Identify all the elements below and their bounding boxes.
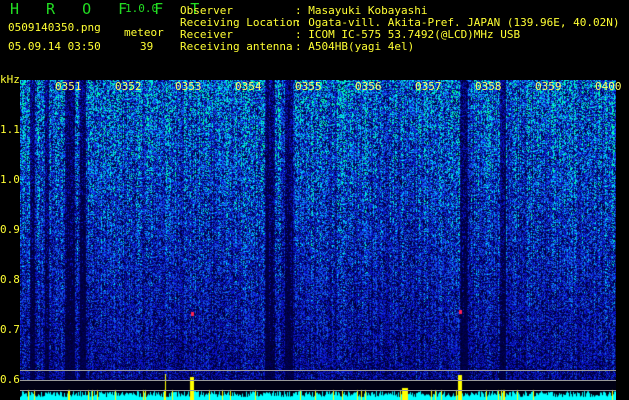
reference-line bbox=[20, 380, 616, 381]
time-tick-label: 0357 bbox=[415, 80, 442, 93]
time-tick-label: 0355 bbox=[295, 80, 322, 93]
hrofft-window: H R O F F T 1.0.0 0509140350.png 05.09.1… bbox=[0, 0, 629, 400]
time-tick-label: 0353 bbox=[175, 80, 202, 93]
time-tick-label: 0352 bbox=[115, 80, 142, 93]
time-tick-label: 0358 bbox=[475, 80, 502, 93]
y-tick-label: 1.0 bbox=[0, 173, 20, 186]
time-tick-label: 0359 bbox=[535, 80, 562, 93]
y-axis-unit: kHz bbox=[0, 73, 20, 86]
app-version: 1.0.0 bbox=[125, 2, 159, 15]
spectrogram bbox=[20, 80, 616, 400]
file-datetime: 05.09.14 03:50 bbox=[8, 40, 101, 53]
time-tick-label: 0354 bbox=[235, 80, 262, 93]
y-tick-label: 0.9 bbox=[0, 223, 20, 236]
y-tick-label: 0.7 bbox=[0, 323, 20, 336]
info-antenna-label: Receiving antenna bbox=[180, 40, 293, 53]
y-tick-label: 0.6 bbox=[0, 373, 20, 386]
reference-line bbox=[20, 370, 616, 371]
file-name: 0509140350.png bbox=[8, 21, 101, 34]
meteor-count: 39 bbox=[140, 40, 154, 53]
time-tick-label: 0351 bbox=[55, 80, 82, 93]
app-title: H R O F F T bbox=[10, 0, 209, 18]
reference-line bbox=[20, 390, 616, 391]
time-tick-label: 0356 bbox=[355, 80, 382, 93]
meteor-label: meteor bbox=[124, 26, 164, 39]
info-antenna-value: : A504HB(yagi 4el) bbox=[295, 40, 415, 53]
y-tick-label: 0.8 bbox=[0, 273, 20, 286]
y-tick-label: 1.1 bbox=[0, 123, 20, 136]
time-tick-label: 0400 bbox=[595, 80, 622, 93]
